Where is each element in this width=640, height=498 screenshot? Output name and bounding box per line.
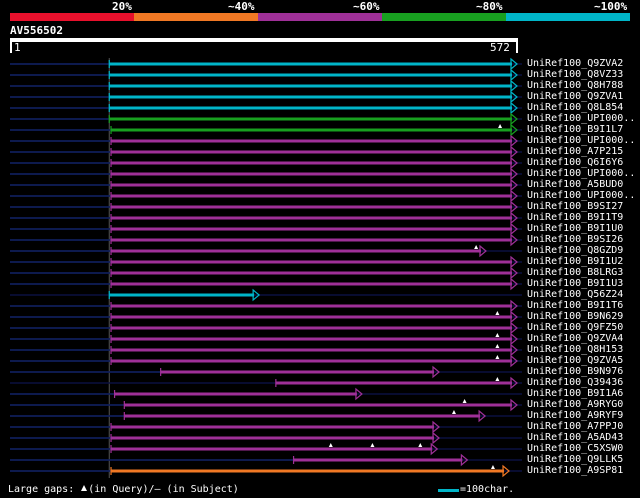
hit-bar: [109, 62, 513, 66]
hit-label[interactable]: UniRef100_Q8GZD9: [527, 245, 623, 256]
hit-bar: [111, 425, 435, 429]
hit-label[interactable]: UniRef100_Q6I6Y6: [527, 157, 623, 168]
hit-bar: [111, 260, 512, 264]
hit-label[interactable]: UniRef100_B9I1U0: [527, 223, 623, 234]
hit-bar: [109, 117, 513, 121]
hit-bar: [275, 381, 512, 385]
query-gap-marker: [451, 410, 456, 414]
query-gap-marker: [495, 333, 500, 337]
hit-label[interactable]: UniRef100_UPI000..: [527, 113, 635, 124]
query-gap-marker: [498, 124, 503, 128]
hit-label[interactable]: UniRef100_A9SP81: [527, 465, 623, 476]
hit-bar: [111, 227, 512, 231]
hit-bar: [111, 447, 433, 451]
hit-label[interactable]: UniRef100_UPI000..: [527, 168, 635, 179]
hit-bar: [109, 73, 513, 77]
hit-bar: [111, 326, 512, 330]
hit-bar: [111, 128, 512, 132]
hit-label[interactable]: UniRef100_Q8L854: [527, 102, 623, 113]
hit-bar: [293, 458, 463, 462]
hit-label[interactable]: UniRef100_A9RYG0: [527, 399, 623, 410]
hit-bar: [111, 161, 512, 165]
hit-label[interactable]: UniRef100_Q56Z24: [527, 289, 623, 300]
query-gap-icon: [81, 485, 88, 491]
hit-bar: [111, 205, 512, 209]
length-scale-text: =100char.: [460, 484, 515, 495]
hit-bar: [114, 392, 357, 396]
hit-label[interactable]: UniRef100_Q8H788: [527, 80, 623, 91]
query-gap-marker: [328, 443, 333, 447]
hit-label[interactable]: UniRef100_B9N976: [527, 366, 623, 377]
hit-label[interactable]: UniRef100_Q9ZVA2: [527, 58, 623, 69]
hit-label[interactable]: UniRef100_UPI000..: [527, 135, 635, 146]
hit-label[interactable]: UniRef100_UPI000..: [527, 190, 635, 201]
hit-bar: [111, 359, 512, 363]
hit-bar: [124, 414, 481, 418]
hit-label[interactable]: UniRef100_B9N629: [527, 311, 623, 322]
hit-label[interactable]: UniRef100_B9I1L7: [527, 124, 623, 135]
hit-label[interactable]: UniRef100_B9SI27: [527, 201, 623, 212]
hit-label[interactable]: UniRef100_B9I1T6: [527, 300, 623, 311]
hit-label[interactable]: UniRef100_B9I1U3: [527, 278, 623, 289]
hit-bar: [111, 337, 512, 341]
hit-bar: [111, 238, 512, 242]
hit-label[interactable]: UniRef100_Q9ZVA4: [527, 333, 623, 344]
hit-label[interactable]: UniRef100_B9I1U2: [527, 256, 623, 267]
hit-label[interactable]: UniRef100_A7PPJ0: [527, 421, 623, 432]
gap-legend-query: (in Query)/: [88, 484, 155, 495]
length-scale-bar: [438, 489, 459, 492]
hit-bar: [124, 403, 512, 407]
hit-bar: [160, 370, 435, 374]
hit-label[interactable]: UniRef100_C5XSW0: [527, 443, 623, 454]
gap-legend-prefix: Large gaps:: [8, 484, 75, 495]
query-gap-marker: [495, 355, 500, 359]
hit-bar: [111, 150, 512, 154]
gap-legend-subject: (in Subject): [160, 484, 239, 495]
query-gap-marker: [462, 399, 467, 403]
query-gap-marker: [370, 443, 375, 447]
hit-label[interactable]: UniRef100_Q9ZVA5: [527, 355, 623, 366]
hit-bar: [109, 95, 513, 99]
hit-label[interactable]: UniRef100_Q8H153: [527, 344, 623, 355]
hit-bar: [111, 139, 512, 143]
hit-label[interactable]: UniRef100_B9I1A6: [527, 388, 623, 399]
query-gap-marker: [490, 465, 495, 469]
hit-label[interactable]: UniRef100_Q9ZVA1: [527, 91, 623, 102]
hit-bar: [111, 304, 512, 308]
query-gap-marker: [474, 245, 479, 249]
hit-label[interactable]: UniRef100_B9SI26: [527, 234, 623, 245]
query-gap-marker: [495, 311, 500, 315]
hit-bar: [111, 249, 481, 253]
query-gap-marker: [418, 443, 423, 447]
hit-label[interactable]: UniRef100_B9I1T9: [527, 212, 623, 223]
query-gap-marker: [495, 377, 500, 381]
hit-bar: [111, 183, 512, 187]
hit-label[interactable]: UniRef100_Q39436: [527, 377, 623, 388]
hit-bar: [111, 282, 512, 286]
query-gap-marker: [495, 344, 500, 348]
hit-label[interactable]: UniRef100_B8LRG3: [527, 267, 623, 278]
hit-label[interactable]: UniRef100_A5BUD0: [527, 179, 623, 190]
hit-bar: [109, 84, 513, 88]
gap-legend: Large gaps: (in Query)/– (in Subject): [8, 484, 239, 496]
hit-label[interactable]: UniRef100_A9RYF9: [527, 410, 623, 421]
hit-bar: [111, 348, 512, 352]
hit-label[interactable]: UniRef100_A7P215: [527, 146, 623, 157]
hit-bar: [111, 216, 512, 220]
hit-bar: [111, 172, 512, 176]
hit-bar: [111, 315, 512, 319]
hit-label[interactable]: UniRef100_Q9LLK5: [527, 454, 623, 465]
hit-bar: [111, 271, 512, 275]
hit-label[interactable]: UniRef100_A5AD43: [527, 432, 623, 443]
hit-bar: [109, 293, 255, 297]
hit-bar: [109, 106, 513, 110]
hit-label[interactable]: UniRef100_Q9FZ50: [527, 322, 623, 333]
hit-bar: [111, 194, 512, 198]
hit-label[interactable]: UniRef100_Q8VZ33: [527, 69, 623, 80]
hit-bar: [111, 436, 435, 440]
hit-bar: [111, 469, 505, 473]
